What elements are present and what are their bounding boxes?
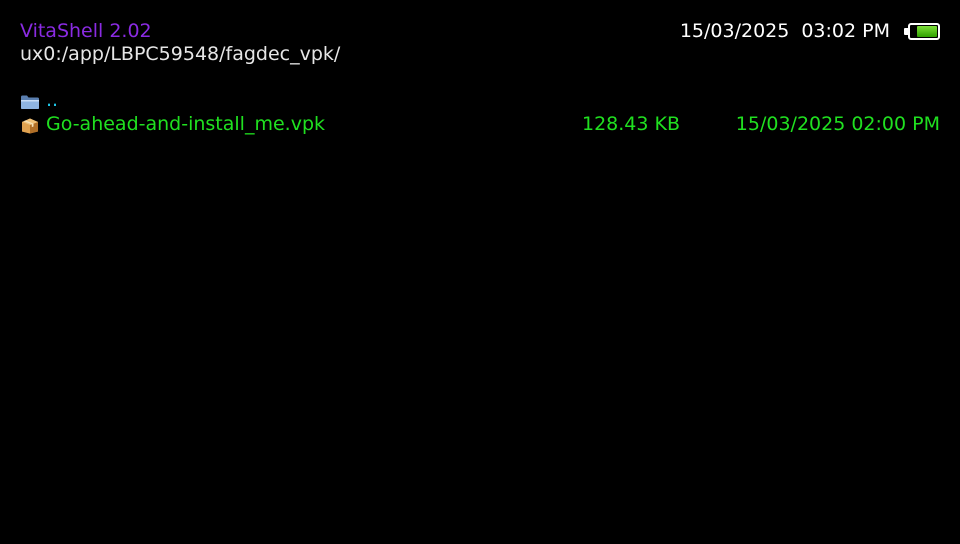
file-list: .. Go-ahead-and-install_me.vpk 128.43 KB… <box>20 88 940 136</box>
status-bar: 15/03/2025 03:02 PM <box>680 19 940 43</box>
folder-icon <box>20 92 40 109</box>
file-row-vpk[interactable]: Go-ahead-and-install_me.vpk 128.43 KB 15… <box>20 112 940 136</box>
file-size: 128.43 KB <box>581 113 680 135</box>
status-time: 03:02 PM <box>801 20 890 42</box>
current-path: ux0:/app/LBPC59548/fagdec_vpk/ <box>20 43 341 65</box>
status-date: 15/03/2025 <box>679 20 790 42</box>
package-icon <box>20 116 40 134</box>
file-modified-date: 15/03/2025 02:00 PM <box>735 113 940 135</box>
battery-icon <box>904 22 940 40</box>
file-name: .. <box>46 89 59 111</box>
app-title: VitaShell 2.02 <box>20 20 152 42</box>
battery-level-fill <box>917 25 937 37</box>
vitashell-screen: VitaShell 2.02 ux0:/app/LBPC59548/fagdec… <box>0 0 960 544</box>
file-row-parent-directory[interactable]: .. <box>20 88 940 112</box>
file-name: Go-ahead-and-install_me.vpk <box>46 113 326 135</box>
